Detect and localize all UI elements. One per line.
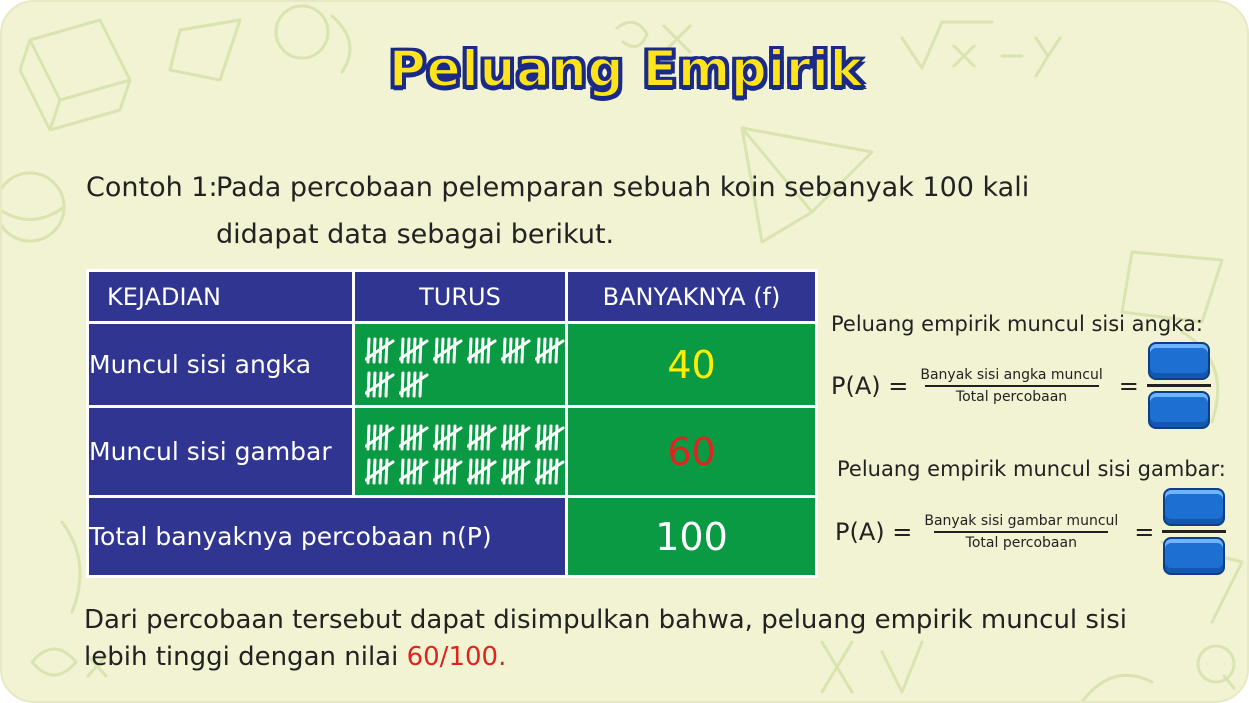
example-text-line1: Pada percobaan pelemparan sebuah koin se…: [216, 172, 1030, 203]
table-row: Muncul sisi gambar 60: [86, 405, 818, 498]
table-header-row: KEJADIAN TURUS BANYAKNYA (f): [86, 269, 818, 324]
example-label: Contoh 1:: [86, 172, 218, 203]
table-total-row: Total banyaknya percobaan n(P) 100: [86, 495, 818, 578]
equals-sign: =: [1118, 371, 1139, 400]
answer-fraction: [1162, 488, 1227, 575]
tally-row: [365, 333, 565, 367]
page-title: Peluang Empirik: [388, 39, 865, 99]
formula-gambar: P(A) = Banyak sisi gambar muncul Total p…: [835, 488, 1227, 575]
answer-fraction: [1146, 342, 1211, 429]
tally-mark-group: [365, 337, 395, 363]
answer-denominator-box[interactable]: [1163, 537, 1226, 575]
tally-mark-group: [467, 424, 497, 450]
example-text-line2: didapat data sebagai berikut.: [216, 219, 615, 250]
formula-numerator: Banyak sisi gambar muncul: [924, 512, 1119, 529]
tally-mark-group: [467, 337, 497, 363]
total-value: 100: [565, 495, 818, 578]
tally-row: [365, 454, 565, 488]
tally-cell-gambar: [352, 405, 568, 498]
tally-mark-group: [501, 458, 531, 484]
formula-heading-gambar: Peluang empirik muncul sisi gambar:: [837, 457, 1226, 481]
slide: Peluang Empirik Contoh 1: Pada percobaan…: [0, 0, 1249, 703]
answer-numerator-box[interactable]: [1163, 488, 1226, 526]
tally-mark-group: [433, 337, 463, 363]
formula-numerator: Banyak sisi angka muncul: [920, 366, 1103, 383]
tally-mark-group: [365, 371, 395, 397]
formula-denominator: Total percobaan: [955, 388, 1068, 405]
formula-lhs: P(A) =: [831, 371, 909, 400]
header-turus: TURUS: [352, 269, 568, 324]
formula-fraction: Banyak sisi gambar muncul Total percobaa…: [922, 513, 1120, 551]
tally-mark-group: [467, 458, 497, 484]
tally-mark-group: [365, 424, 395, 450]
tally-row: [365, 367, 565, 401]
tally-mark-group: [399, 371, 429, 397]
conclusion-value: 60/100.: [406, 642, 507, 672]
row-label-angka: Muncul sisi angka: [86, 321, 355, 408]
conclusion-line2-text: lebih tinggi dengan nilai: [84, 642, 407, 672]
frequency-table: KEJADIAN TURUS BANYAKNYA (f) Muncul sisi…: [86, 269, 818, 578]
tally-mark-group: [501, 424, 531, 450]
row-label-gambar: Muncul sisi gambar: [86, 405, 355, 498]
total-label: Total banyaknya percobaan n(P): [86, 495, 568, 578]
formula-lhs: P(A) =: [835, 517, 913, 546]
tally-mark-group: [535, 424, 565, 450]
tally-mark-group: [399, 337, 429, 363]
tally-mark-group: [433, 458, 463, 484]
formula-heading-angka: Peluang empirik muncul sisi angka:: [831, 312, 1203, 336]
value-gambar: 60: [565, 405, 818, 498]
tally-mark-group: [365, 458, 395, 484]
header-banyaknya: BANYAKNYA (f): [565, 269, 818, 324]
formula-angka: P(A) = Banyak sisi angka muncul Total pe…: [831, 342, 1211, 429]
conclusion-line1: Dari percobaan tersebut dapat disimpulka…: [84, 605, 1127, 635]
answer-fraction-bar: [1162, 530, 1227, 533]
tally-mark-group: [433, 424, 463, 450]
formula-denominator: Total percobaan: [965, 534, 1077, 551]
formula-fraction: Banyak sisi angka muncul Total percobaan: [918, 367, 1104, 405]
tally-mark-group: [535, 337, 565, 363]
answer-denominator-box[interactable]: [1147, 391, 1210, 429]
equals-sign: =: [1134, 517, 1155, 546]
header-kejadian: KEJADIAN: [86, 269, 355, 324]
table-row: Muncul sisi angka 40: [86, 321, 818, 408]
value-angka: 40: [565, 321, 818, 408]
conclusion-line2: lebih tinggi dengan nilai 60/100.: [84, 642, 506, 672]
tally-mark-group: [535, 458, 565, 484]
answer-numerator-box[interactable]: [1147, 342, 1210, 380]
tally-mark-group: [399, 424, 429, 450]
tally-mark-group: [399, 458, 429, 484]
tally-row: [365, 420, 565, 454]
answer-fraction-bar: [1146, 384, 1211, 387]
tally-cell-angka: [352, 321, 568, 408]
tally-mark-group: [501, 337, 531, 363]
